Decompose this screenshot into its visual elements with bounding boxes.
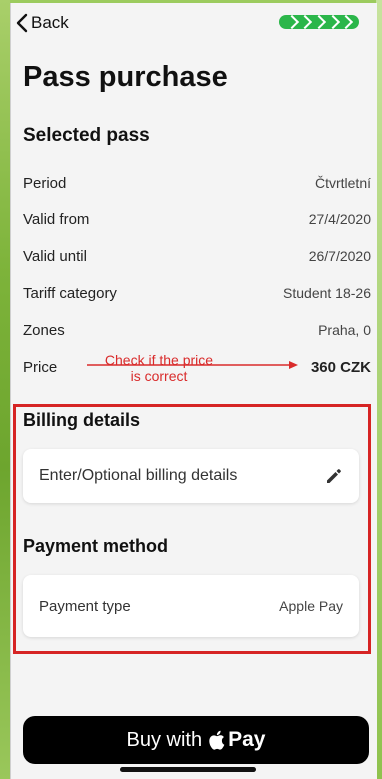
progress-chevron	[311, 14, 327, 30]
selected-pass-heading: Selected pass	[23, 125, 150, 146]
pass-row-period: Period Čtvrtletní	[23, 175, 371, 192]
app-screen: Back Pass purchase Selected pass Period …	[10, 3, 377, 779]
row-label: Zones	[23, 322, 65, 339]
price-value: 360 CZK	[310, 359, 371, 376]
payment-type-selector[interactable]: Payment type Apple Pay	[23, 575, 359, 637]
annotation-line-1: Check if the price	[104, 352, 214, 368]
row-value: Student 18-26	[283, 285, 371, 301]
pass-row-tariff: Tariff category Student 18-26	[23, 285, 371, 302]
buy-with-apple-pay-button[interactable]: Buy with Pay	[23, 716, 369, 764]
row-label: Tariff category	[23, 285, 117, 302]
row-label: Period	[23, 175, 67, 192]
progress-chevron	[339, 14, 354, 30]
pay-text: Pay	[228, 728, 266, 751]
pencil-icon[interactable]	[325, 467, 343, 485]
back-button[interactable]: Back	[15, 13, 69, 33]
row-label: Price	[23, 359, 58, 376]
progress-chevron	[325, 14, 340, 30]
pass-row-valid-until: Valid until 26/7/2020	[23, 248, 371, 265]
billing-placeholder: Enter/Optional billing details	[39, 467, 238, 484]
page-title: Pass purchase	[23, 61, 228, 93]
row-label: Valid until	[23, 248, 87, 265]
top-bar: Back	[11, 3, 377, 43]
progress-chevron	[298, 14, 313, 30]
chevron-left-icon	[16, 13, 28, 33]
progress-indicator	[279, 14, 359, 30]
progress-chevron	[284, 14, 299, 30]
billing-details-field[interactable]: Enter/Optional billing details	[23, 449, 359, 503]
payment-heading: Payment method	[23, 536, 169, 556]
payment-type-value: Apple Pay	[279, 598, 343, 614]
row-value: Čtvrtletní	[314, 175, 371, 191]
row-label: Valid from	[23, 211, 90, 228]
pass-row-valid-from: Valid from 27/4/2020	[23, 211, 371, 228]
apple-pay-logo: Pay	[208, 728, 265, 752]
home-indicator	[120, 767, 256, 772]
annotation-line-2: is correct	[130, 368, 188, 384]
row-value: 26/7/2020	[308, 248, 371, 264]
price-annotation: Check if the price is correct	[93, 352, 225, 384]
buy-label: Buy with	[126, 728, 203, 751]
pass-row-zones: Zones Praha, 0	[23, 322, 371, 339]
payment-type-label: Payment type	[39, 597, 131, 615]
apple-logo-icon	[209, 730, 225, 750]
frame-left-edge	[0, 0, 10, 779]
row-value: 27/4/2020	[308, 211, 371, 227]
back-label: Back	[31, 13, 69, 32]
billing-heading: Billing details	[23, 410, 141, 430]
row-value: Praha, 0	[318, 322, 371, 338]
